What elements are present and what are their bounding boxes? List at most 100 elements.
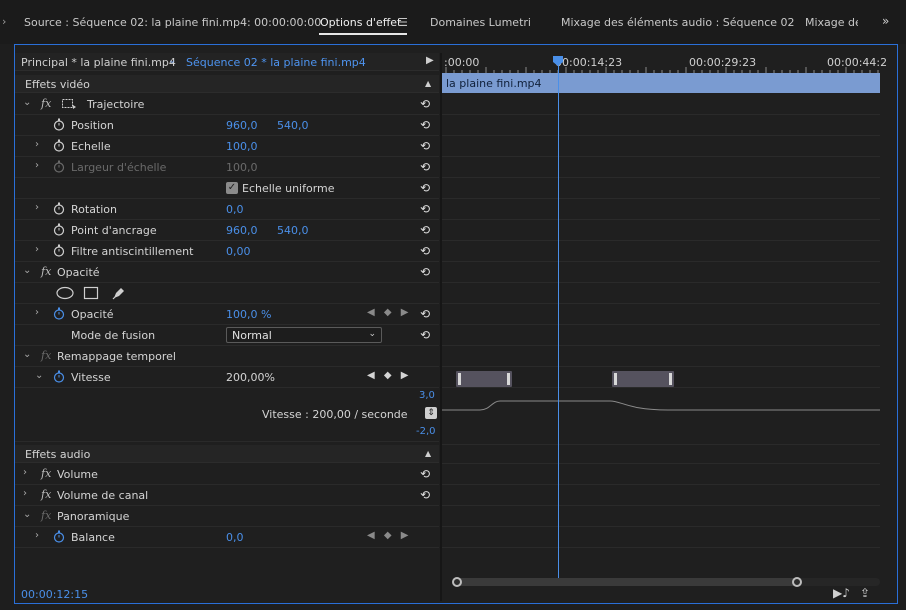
opacity-effect-label: Opacité [57,266,100,279]
opacity-value[interactable]: 100,0 % [226,308,271,321]
stopwatch-icon[interactable] [53,139,65,152]
keyframe-navigator[interactable]: ◀ ◆ ▶ [367,530,411,541]
reset-icon[interactable]: ⟲ [420,97,430,111]
stopwatch-active-icon[interactable] [53,307,65,320]
anchor-x-value[interactable]: 960,0 [226,224,258,237]
stopwatch-active-icon[interactable] [53,370,65,383]
effect-opacity[interactable]: ⌄ fx Opacité ⟲ [15,262,439,283]
chevron-down-icon[interactable]: ⌄ [23,97,31,108]
effect-channel-volume[interactable]: › fx Volume de canal ⟲ [15,485,439,506]
reset-icon[interactable]: ⟲ [420,467,430,481]
anti-flicker-label: Filtre antiscintillement [71,245,194,258]
speed-keyframe-transition[interactable] [612,371,674,387]
graph-scale-icon[interactable]: ⇕ [425,407,437,419]
ellipse-mask-icon[interactable] [55,286,75,300]
rectangle-mask-icon[interactable] [83,286,99,300]
reset-icon[interactable]: ⟲ [420,328,430,342]
stopwatch-icon[interactable] [53,202,65,215]
rotation-label: Rotation [71,203,118,216]
stopwatch-icon[interactable] [53,118,65,131]
reset-icon[interactable]: ⟲ [420,307,430,321]
effect-motion[interactable]: ⌄ fx Trajectoire ⟲ [15,94,439,115]
position-x-value[interactable]: 960,0 [226,119,258,132]
sequence-clip-tab[interactable]: Séquence 02 * la plaine fini.mp4 [186,56,366,69]
ruler-timecode: 00:00:14:23 [555,56,623,69]
tabs-scroll-left-icon[interactable]: › [2,15,6,28]
reset-icon[interactable]: ⟲ [420,202,430,216]
chevron-right-icon[interactable]: › [35,202,39,213]
chevron-right-icon[interactable]: › [35,307,39,318]
transform-handle-icon[interactable] [61,98,77,110]
reset-icon[interactable]: ⟲ [420,118,430,132]
tab-audio-clip-mixer[interactable]: Mixage des éléments audio : Séquence 02 [561,16,795,29]
graph-min-value: -2,0 [416,426,436,437]
blend-mode-select[interactable]: Normal ⌄ [226,327,382,343]
playhead-handle-icon[interactable] [552,55,564,67]
tab-lumetri-scopes[interactable]: Domaines Lumetri [430,16,531,29]
fx-toggle-icon[interactable]: fx [41,265,51,278]
fx-toggle-icon[interactable]: fx [41,97,51,110]
scale-width-label: Largeur d'échelle [71,161,167,174]
pen-mask-icon[interactable] [111,285,127,301]
speed-value[interactable]: 200,00% [226,371,275,384]
speed-curve[interactable] [442,391,880,431]
balance-value[interactable]: 0,0 [226,531,244,544]
chevron-down-icon[interactable]: ⌄ [23,509,31,520]
show-timeline-icon[interactable]: ▶ [426,55,434,66]
audio-effects-title: Effets audio [25,448,91,461]
effect-panner[interactable]: ⌄ fx Panoramique [15,506,439,527]
ruler-timecode: 00:00:29:23 [689,56,757,69]
chevron-down-icon[interactable]: ⌄ [23,265,31,276]
ruler-timecode: :00:00 [444,56,480,69]
current-timecode[interactable]: 00:00:12:15 [21,588,88,601]
play-audio-icon[interactable]: ▶♪ [833,586,850,600]
chevron-right-icon[interactable]: › [35,139,39,150]
anchor-y-value[interactable]: 540,0 [277,224,309,237]
tabs-overflow-icon[interactable]: » [882,14,889,28]
stopwatch-icon[interactable] [53,244,65,257]
playhead-line[interactable] [558,65,559,580]
stopwatch-active-icon[interactable] [53,530,65,543]
effect-time-remapping[interactable]: ⌄ fx Remappage temporel [15,346,439,367]
fx-toggle-icon[interactable]: fx [41,488,51,501]
reset-icon[interactable]: ⟲ [420,139,430,153]
uniform-scale-checkbox[interactable]: ✓ [226,182,238,194]
motion-label: Trajectoire [87,98,145,111]
chevron-down-icon[interactable]: ⌄ [35,370,43,381]
timeline-clip[interactable]: la plaine fini.mp4 [442,73,880,93]
chevron-right-icon[interactable]: › [35,160,39,171]
chevron-down-icon[interactable]: ⌄ [23,349,31,360]
keyframe-navigator[interactable]: ◀ ◆ ▶ [367,370,411,381]
position-y-value[interactable]: 540,0 [277,119,309,132]
param-anchor-point: Point d'ancrage 960,0 540,0 ⟲ [15,220,439,241]
tab-effect-controls[interactable]: Options d'effet [320,16,401,29]
master-clip-tab[interactable]: Principal * la plaine fini.mp4 [21,56,176,69]
reset-icon[interactable]: ⟲ [420,223,430,237]
tab-source[interactable]: Source : Séquence 02: la plaine fini.mp4… [24,16,321,29]
reset-icon[interactable]: ⟲ [420,488,430,502]
time-ruler[interactable]: :00:00 00:00:14:23 00:00:29:23 00:00:44:… [442,53,887,73]
tab-audio-track-mixer[interactable]: Mixage des [805,16,858,29]
effect-volume[interactable]: › fx Volume ⟲ [15,464,439,485]
anti-flicker-value[interactable]: 0,00 [226,245,251,258]
collapse-up-icon[interactable]: ▲ [425,79,431,88]
chevron-down-icon[interactable]: ⌄ [168,55,176,66]
param-scale-width: › Largeur d'échelle 100,0 ⟲ [15,157,439,178]
chevron-right-icon[interactable]: › [23,467,27,478]
collapse-up-icon[interactable]: ▲ [425,449,431,458]
rotation-value[interactable]: 0,0 [226,203,244,216]
panel-menu-icon[interactable]: ☰ [398,16,408,29]
fx-toggle-icon[interactable]: fx [41,467,51,480]
chevron-right-icon[interactable]: › [35,244,39,255]
stopwatch-icon[interactable] [53,223,65,236]
chevron-right-icon[interactable]: › [35,530,39,541]
reset-icon[interactable]: ⟲ [420,265,430,279]
export-icon[interactable]: ⇪ [860,586,870,600]
reset-icon[interactable]: ⟲ [420,181,430,195]
chevron-right-icon[interactable]: › [23,488,27,499]
keyframe-navigator[interactable]: ◀ ◆ ▶ [367,307,411,318]
reset-icon[interactable]: ⟲ [420,244,430,258]
scale-value[interactable]: 100,0 [226,140,258,153]
reset-icon[interactable]: ⟲ [420,160,430,174]
speed-keyframe-transition[interactable] [456,371,512,387]
